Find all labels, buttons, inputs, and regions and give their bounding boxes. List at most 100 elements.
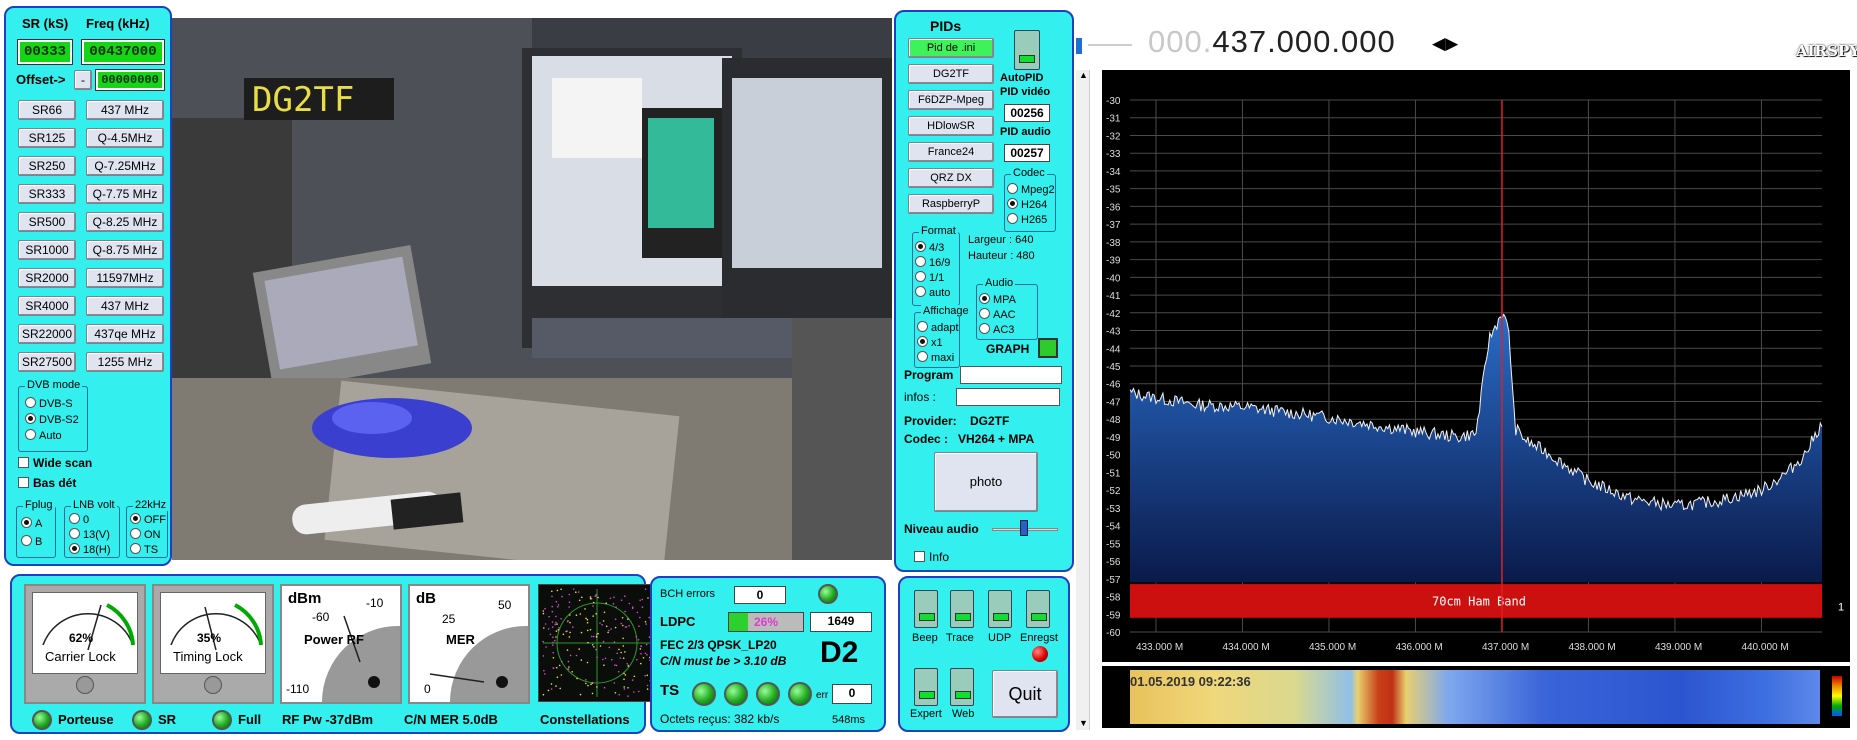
carrier-lock-label: Carrier Lock xyxy=(45,649,116,664)
radio-dvb-s2[interactable]: DVB-S2 xyxy=(25,413,79,426)
freq-display[interactable]: 00437000 xyxy=(81,39,165,65)
pid-preset-button-0[interactable]: Pid de .ini xyxy=(908,38,994,58)
radio-lnb-18[interactable]: 18(H) xyxy=(69,543,111,556)
radio-22k-ts[interactable]: TS xyxy=(130,543,158,556)
expert-switch[interactable] xyxy=(914,668,938,706)
radio-4-3[interactable]: 4/3 xyxy=(915,241,944,254)
freq-preset-button-3[interactable]: Q-7.75 MHz xyxy=(86,184,164,204)
sr-button-9[interactable]: SR27500 xyxy=(18,352,76,372)
udp-switch[interactable] xyxy=(988,590,1012,628)
constellation-point xyxy=(617,670,620,673)
sr-button-6[interactable]: SR2000 xyxy=(18,268,76,288)
sdr-left-scrollbar[interactable]: ▲ ▼ xyxy=(1076,70,1090,730)
freq-preset-button-7[interactable]: 437 MHz xyxy=(86,296,164,316)
pid-preset-button-3[interactable]: HDlowSR xyxy=(908,116,994,136)
radio-h264[interactable]: H264 xyxy=(1007,198,1047,211)
wide-scan-checkbox[interactable]: Wide scan xyxy=(18,456,92,470)
pid-preset-button-5[interactable]: QRZ DX xyxy=(908,168,994,188)
constellation-point xyxy=(603,686,606,689)
offset-display[interactable]: 00000000 xyxy=(95,69,165,91)
constellation-point xyxy=(551,605,553,608)
radio-adapt[interactable]: adapt xyxy=(917,321,959,334)
pid-preset-button-6[interactable]: RaspberryP xyxy=(908,194,994,214)
freq-preset-button-1[interactable]: Q-4.5MHz xyxy=(86,128,164,148)
sr-button-0[interactable]: SR66 xyxy=(18,100,76,120)
radio-aac[interactable]: AAC xyxy=(979,308,1016,321)
sr-button-2[interactable]: SR250 xyxy=(18,156,76,176)
sr-button-7[interactable]: SR4000 xyxy=(18,296,76,316)
pid-preset-button-4[interactable]: France24 xyxy=(908,142,994,162)
constellation-point xyxy=(608,629,610,632)
radio-auto[interactable]: Auto xyxy=(25,429,62,442)
sr-button-8[interactable]: SR22000 xyxy=(18,324,76,344)
infos-input[interactable] xyxy=(956,388,1060,406)
radio-22k-off[interactable]: OFF xyxy=(130,513,166,526)
constellation-point xyxy=(636,611,639,614)
radio-format-auto[interactable]: auto xyxy=(915,286,950,299)
timing-lock-knob[interactable] xyxy=(204,676,222,694)
y-tick-label: -37 xyxy=(1106,220,1121,231)
radio-h265[interactable]: H265 xyxy=(1007,213,1047,226)
radio-dvb-s[interactable]: DVB-S xyxy=(25,397,73,410)
constellation-point xyxy=(645,623,647,625)
radio-mpa[interactable]: MPA xyxy=(979,293,1016,306)
radio-mpeg2[interactable]: Mpeg2 xyxy=(1007,183,1055,196)
pid-audio-field[interactable]: 00257 xyxy=(1004,144,1050,162)
freq-preset-button-8[interactable]: 437qe MHz xyxy=(86,324,164,344)
sdr-tune-arrows-icon[interactable]: ◀▶ xyxy=(1432,34,1458,54)
bas-det-checkbox[interactable]: Bas dét xyxy=(18,476,76,490)
radio-fplug-a[interactable]: A xyxy=(21,517,42,530)
radio-maxi[interactable]: maxi xyxy=(917,351,954,364)
sr-button-1[interactable]: SR125 xyxy=(18,128,76,148)
info-checkbox[interactable]: Info xyxy=(914,550,949,564)
freq-preset-button-2[interactable]: Q-7.25MHz xyxy=(86,156,164,176)
constellation-point xyxy=(611,658,613,661)
sr-button-3[interactable]: SR333 xyxy=(18,184,76,204)
waterfall-display[interactable]: 01.05.2019 09:22:36 xyxy=(1102,666,1850,728)
sr-display[interactable]: 00333 xyxy=(17,39,73,65)
spectrum-plot[interactable]: -30 -31 -32 -33 -34 -35 -36 -37 -38 -39 -40 -41 -42 -… xyxy=(1102,70,1850,662)
constellation-point xyxy=(604,657,607,660)
enregst-switch[interactable] xyxy=(1026,590,1050,628)
radio-ac3[interactable]: AC3 xyxy=(979,323,1014,336)
sdr-toolbar-slider[interactable] xyxy=(1076,34,1136,54)
y-tick-label: -32 xyxy=(1106,131,1121,142)
pid-preset-button-1[interactable]: DG2TF xyxy=(908,64,994,84)
beep-switch[interactable] xyxy=(914,590,938,628)
pid-video-field[interactable]: 00256 xyxy=(1004,104,1050,122)
offset-sign-button[interactable]: - xyxy=(74,70,92,90)
carrier-lock-knob[interactable] xyxy=(76,676,94,694)
freq-preset-button-5[interactable]: Q-8.75 MHz xyxy=(86,240,164,260)
audio-level-slider-thumb[interactable] xyxy=(1020,520,1028,536)
radio-lnb-0[interactable]: 0 xyxy=(69,513,89,526)
graph-toggle[interactable] xyxy=(1038,338,1058,358)
freq-preset-button-6[interactable]: 11597MHz xyxy=(86,268,164,288)
trace-switch[interactable] xyxy=(950,590,974,628)
radio-fplug-b[interactable]: B xyxy=(21,535,42,548)
constellation-point xyxy=(622,657,625,659)
y-tick-label: -34 xyxy=(1106,167,1121,178)
constellation-point xyxy=(568,606,570,608)
pid-preset-button-2[interactable]: F6DZP-Mpeg xyxy=(908,90,994,110)
radio-lnb-13[interactable]: 13(V) xyxy=(69,528,110,541)
photo-button[interactable]: photo xyxy=(934,452,1038,512)
constellation-point xyxy=(599,645,602,647)
status-panel: BCH errors 0 LDPC 26% 1649 FEC 2/3 QPSK_… xyxy=(650,576,886,732)
program-input[interactable] xyxy=(960,366,1062,384)
freq-preset-button-9[interactable]: 1255 MHz xyxy=(86,352,164,372)
freq-preset-button-0[interactable]: 437 MHz xyxy=(86,100,164,120)
constellation-point xyxy=(639,616,641,619)
web-switch[interactable] xyxy=(950,668,974,706)
sr-button-5[interactable]: SR1000 xyxy=(18,240,76,260)
constellation-point xyxy=(594,595,596,597)
sr-button-4[interactable]: SR500 xyxy=(18,212,76,232)
quit-button[interactable]: Quit xyxy=(992,670,1058,718)
radio-1-1[interactable]: 1/1 xyxy=(915,271,944,284)
autopid-switch[interactable] xyxy=(1014,30,1040,70)
sdr-frequency[interactable]: 000.437.000.000 xyxy=(1148,24,1396,60)
radio-16-9[interactable]: 16/9 xyxy=(915,256,950,269)
constellation-point xyxy=(575,614,578,616)
radio-22k-on[interactable]: ON xyxy=(130,528,161,541)
freq-preset-button-4[interactable]: Q-8.25 MHz xyxy=(86,212,164,232)
radio-x1[interactable]: x1 xyxy=(917,336,943,349)
